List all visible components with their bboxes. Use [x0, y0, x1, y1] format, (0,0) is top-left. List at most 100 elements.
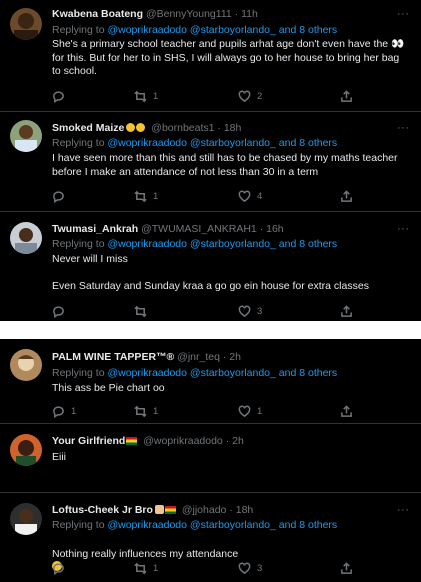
handle[interactable]: @TWUMASI_ANKRAH1 — [141, 223, 257, 235]
avatar[interactable] — [10, 222, 42, 254]
replying-to: Replying to @woprikraadodo @starboyorlan… — [52, 137, 413, 150]
replying-to: Replying to @woprikraadodo @starboyorlan… — [52, 238, 413, 251]
like-button[interactable]: 3 — [238, 561, 262, 575]
avatar[interactable] — [10, 8, 42, 40]
tweet-text: This ass be Pie chart oo — [52, 382, 165, 394]
heart-icon — [238, 190, 251, 202]
more-icon[interactable]: ··· — [397, 505, 409, 518]
reply-mentions[interactable]: @woprikraadodo @starboyorlando_ — [107, 519, 275, 531]
like-button[interactable]: 1 — [238, 404, 262, 418]
reply-prefix: Replying to — [52, 367, 108, 379]
share-button[interactable] — [340, 304, 353, 318]
share-button[interactable] — [340, 404, 353, 418]
tweet-text: Never will I miss Even Saturday and Sund… — [52, 253, 369, 292]
tweet-kwabena[interactable]: Kwabena Boateng @BennyYoung111 · 11h ···… — [0, 0, 421, 111]
like-button[interactable]: 2 — [238, 89, 262, 103]
tweet-your-girlfriend[interactable]: Your Girlfriend @woprikraadodo · 2h Eiii — [0, 424, 421, 492]
retweet-button[interactable]: 1 — [134, 89, 158, 103]
avatar[interactable] — [10, 120, 42, 152]
reply-button[interactable] — [52, 189, 71, 203]
replying-to: Replying to @woprikraadodo @starboyorlan… — [52, 367, 413, 380]
replying-to: Replying to @woprikraadodo @starboyorlan… — [52, 519, 413, 532]
handle[interactable]: @woprikraadodo — [143, 435, 223, 447]
tweet-header: PALM WINE TAPPER™® @jnr_teq · 2h — [52, 351, 393, 364]
display-name[interactable]: Smoked Maize — [52, 122, 124, 134]
reply-mentions[interactable]: @woprikraadodo @starboyorlando_ — [107, 238, 275, 250]
share-icon — [341, 561, 352, 574]
timestamp[interactable]: · 18h — [229, 504, 253, 516]
like-button[interactable]: 4 — [238, 189, 262, 203]
reply-prefix: Replying to — [52, 24, 108, 36]
like-count: 3 — [257, 305, 263, 317]
avatar[interactable] — [10, 434, 42, 466]
more-icon[interactable]: ··· — [397, 123, 409, 136]
retweet-icon — [134, 190, 147, 202]
display-name[interactable]: Your Girlfriend — [52, 435, 125, 447]
handle[interactable]: @jnr_teq — [177, 351, 220, 363]
share-icon — [341, 189, 352, 202]
tweet-smoked-maize[interactable]: Smoked Maize @bornbeats1 · 18h ··· Reply… — [0, 112, 421, 211]
retweet-button[interactable] — [134, 304, 153, 318]
reply-mentions[interactable]: @woprikraadodo @starboyorlando_ — [107, 24, 275, 36]
reply-others[interactable]: and 8 others — [276, 137, 337, 149]
reply-icon — [53, 562, 64, 575]
heart-icon — [238, 90, 251, 102]
replying-to: Replying to @woprikraadodo @starboyorlan… — [52, 24, 413, 37]
timestamp[interactable]: · 11h — [235, 8, 258, 20]
reply-prefix: Replying to — [52, 238, 108, 250]
reply-others[interactable]: and 8 others — [276, 24, 337, 36]
tweet-actions: 1 2 — [52, 89, 372, 103]
retweet-count: 1 — [153, 90, 159, 102]
avatar[interactable] — [10, 349, 42, 381]
retweet-button[interactable]: 1 — [134, 561, 158, 575]
display-name[interactable]: Kwabena Boateng — [52, 8, 143, 20]
more-icon[interactable]: ··· — [397, 224, 409, 237]
retweet-button[interactable]: 1 — [134, 189, 158, 203]
halo-emoji-icon — [136, 123, 146, 132]
halo-emoji-icon — [126, 123, 136, 132]
tweet-actions: 1 3 — [52, 561, 372, 575]
reply-button[interactable]: 1 — [52, 404, 76, 418]
reply-prefix: Replying to — [52, 137, 108, 149]
timestamp[interactable]: · 16h — [260, 223, 284, 235]
reply-others[interactable]: and 8 others — [276, 367, 337, 379]
retweet-count: 1 — [153, 562, 159, 574]
display-name[interactable]: PALM WINE TAPPER™® — [52, 351, 174, 363]
share-button[interactable] — [340, 561, 353, 575]
handle[interactable]: @bornbeats1 — [151, 122, 214, 134]
avatar[interactable] — [10, 503, 42, 535]
tweet-loftus-cheek[interactable]: Loftus-Cheek Jr Bro @jjohado · 18h ··· R… — [0, 493, 421, 582]
timestamp[interactable]: · 18h — [217, 122, 241, 134]
timestamp[interactable]: · 2h — [226, 435, 244, 447]
retweet-icon — [134, 90, 147, 102]
like-button[interactable]: 3 — [238, 304, 262, 318]
reply-button[interactable] — [52, 89, 71, 103]
tweet-header: Loftus-Cheek Jr Bro @jjohado · 18h — [52, 504, 393, 517]
tweet-header: Smoked Maize @bornbeats1 · 18h — [52, 122, 393, 135]
heart-icon — [238, 562, 251, 574]
tweet-header: Kwabena Boateng @BennyYoung111 · 11h — [52, 8, 393, 21]
share-button[interactable] — [340, 89, 353, 103]
more-icon[interactable]: ··· — [397, 9, 409, 22]
display-name[interactable]: Twumasi_Ankrah — [52, 223, 138, 235]
handle[interactable]: @BennyYoung111 — [146, 8, 232, 20]
heart-icon — [238, 305, 251, 317]
reply-mentions[interactable]: @woprikraadodo @starboyorlando_ — [107, 367, 275, 379]
display-name[interactable]: Loftus-Cheek Jr Bro — [52, 504, 153, 516]
retweet-button[interactable]: 1 — [134, 404, 158, 418]
tweet-twumasi[interactable]: Twumasi_Ankrah @TWUMASI_ANKRAH1 · 16h ··… — [0, 212, 421, 321]
tweet-palm-wine-tapper[interactable]: PALM WINE TAPPER™® @jnr_teq · 2h Replyin… — [0, 339, 421, 423]
timestamp[interactable]: · 2h — [223, 351, 241, 363]
reply-icon — [53, 305, 64, 318]
retweet-count: 1 — [153, 405, 159, 417]
reply-others[interactable]: and 8 others — [276, 519, 337, 531]
reply-others[interactable]: and 8 others — [276, 238, 337, 250]
reply-mentions[interactable]: @woprikraadodo @starboyorlando_ — [107, 137, 275, 149]
share-button[interactable] — [340, 189, 353, 203]
reply-button[interactable] — [52, 561, 71, 575]
tweet-header: Twumasi_Ankrah @TWUMASI_ANKRAH1 · 16h — [52, 223, 393, 236]
reply-prefix: Replying to — [52, 519, 108, 531]
reply-button[interactable] — [52, 304, 71, 318]
share-icon — [341, 404, 352, 417]
handle[interactable]: @jjohado — [182, 504, 227, 516]
